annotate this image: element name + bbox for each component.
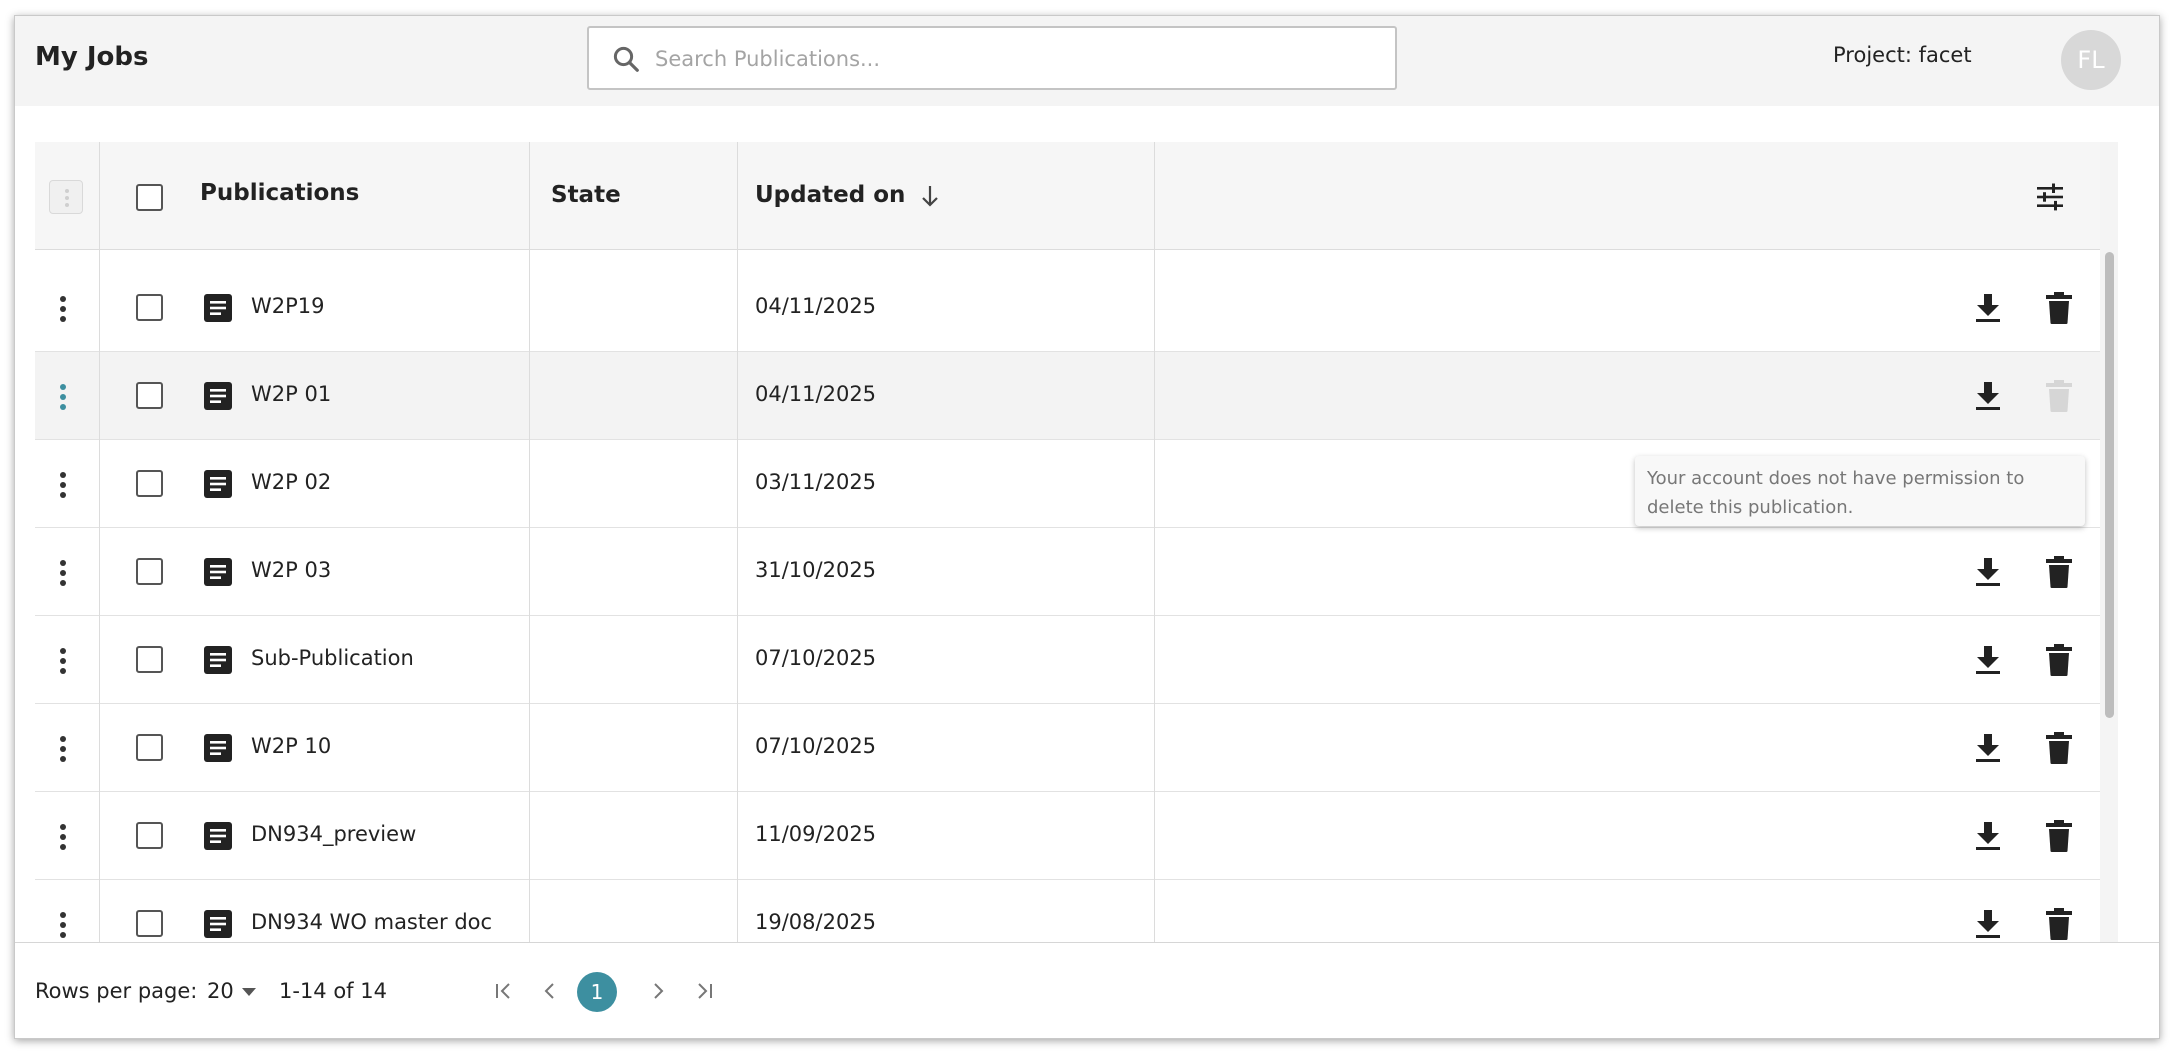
page-title: My Jobs: [35, 42, 149, 72]
next-page-icon[interactable]: [645, 978, 671, 1004]
publication-name[interactable]: W2P 02: [251, 470, 331, 494]
table-row[interactable]: Sub-Publication 07/10/2025: [35, 616, 2100, 704]
download-icon[interactable]: [1973, 292, 2003, 324]
row-menu-icon[interactable]: [57, 382, 69, 412]
publication-name[interactable]: Sub-Publication: [251, 646, 414, 670]
search-input[interactable]: [655, 42, 1375, 76]
publication-name[interactable]: W2P19: [251, 294, 325, 318]
row-checkbox[interactable]: [136, 734, 163, 761]
updated-on-date: 31/10/2025: [755, 558, 877, 582]
pagination-range: 1-14 of 14: [279, 979, 387, 1003]
top-bar: My Jobs Project: facet FL: [15, 16, 2159, 106]
row-checkbox[interactable]: [136, 294, 163, 321]
document-icon: [204, 822, 232, 850]
updated-on-date: 03/11/2025: [755, 470, 877, 494]
scrollbar-thumb[interactable]: [2105, 252, 2114, 718]
drag-handle-icon: [49, 180, 83, 214]
updated-on-date: 07/10/2025: [755, 734, 877, 758]
caret-down-icon[interactable]: [241, 987, 257, 997]
document-icon: [204, 646, 232, 674]
previous-page-icon[interactable]: [537, 978, 563, 1004]
vertical-scrollbar[interactable]: [2100, 142, 2118, 942]
delete-icon[interactable]: [2045, 819, 2073, 853]
document-icon: [204, 910, 232, 938]
delete-icon[interactable]: [2045, 643, 2073, 677]
rows-per-page-label: Rows per page:: [35, 979, 198, 1003]
delete-icon[interactable]: [2045, 907, 2073, 941]
publications-table: Publications State Updated on W2P19 04/11…: [35, 142, 2100, 942]
updated-on-date: 19/08/2025: [755, 910, 877, 934]
last-page-icon[interactable]: [691, 978, 717, 1004]
table-row[interactable]: W2P 01 04/11/2025: [35, 352, 2100, 440]
column-divider: [737, 142, 738, 942]
current-page-button[interactable]: 1: [577, 972, 617, 1012]
search-icon: [613, 46, 639, 72]
publication-name[interactable]: DN934 WO master doc: [251, 910, 492, 934]
download-icon[interactable]: [1973, 380, 2003, 412]
row-checkbox[interactable]: [136, 822, 163, 849]
publication-name[interactable]: W2P 10: [251, 734, 331, 758]
delete-icon: [2046, 380, 2072, 412]
table-row[interactable]: W2P 03 31/10/2025: [35, 528, 2100, 616]
updated-on-date: 04/11/2025: [755, 382, 877, 406]
column-divider: [529, 142, 530, 942]
row-menu-icon[interactable]: [57, 470, 69, 500]
row-menu-icon[interactable]: [57, 558, 69, 588]
document-icon: [204, 470, 232, 498]
row-checkbox[interactable]: [136, 382, 163, 409]
table-row[interactable]: W2P19 04/11/2025: [35, 264, 2100, 352]
updated-on-date: 07/10/2025: [755, 646, 877, 670]
avatar[interactable]: FL: [2061, 30, 2121, 90]
select-all-checkbox[interactable]: [136, 184, 163, 211]
document-icon: [204, 382, 232, 410]
publication-name[interactable]: DN934_preview: [251, 822, 416, 846]
search-box[interactable]: [587, 26, 1397, 90]
row-checkbox[interactable]: [136, 558, 163, 585]
column-divider: [99, 142, 100, 942]
arrow-down-icon[interactable]: [919, 183, 941, 209]
document-icon: [204, 294, 232, 322]
download-icon[interactable]: [1973, 820, 2003, 852]
row-checkbox[interactable]: [136, 910, 163, 937]
publication-name[interactable]: W2P 03: [251, 558, 331, 582]
delete-icon[interactable]: [2045, 555, 2073, 589]
document-icon: [204, 558, 232, 586]
delete-icon[interactable]: [2045, 731, 2073, 765]
row-menu-icon[interactable]: [57, 822, 69, 852]
table-row[interactable]: DN934 WO master doc 19/08/2025: [35, 880, 2100, 942]
updated-on-date: 11/09/2025: [755, 822, 877, 846]
column-header-updated-on-label: Updated on: [755, 182, 906, 208]
row-menu-icon[interactable]: [57, 294, 69, 324]
column-header-publications[interactable]: Publications: [200, 180, 359, 206]
delete-icon[interactable]: [2045, 291, 2073, 325]
updated-on-date: 04/11/2025: [755, 294, 877, 318]
row-checkbox[interactable]: [136, 470, 163, 497]
download-icon[interactable]: [1973, 732, 2003, 764]
column-header-updated-on[interactable]: Updated on: [755, 182, 941, 209]
publication-name[interactable]: W2P 01: [251, 382, 331, 406]
document-icon: [204, 734, 232, 762]
first-page-icon[interactable]: [491, 978, 517, 1004]
rows-per-page-select[interactable]: 20: [207, 979, 234, 1003]
column-settings-icon[interactable]: [2035, 182, 2065, 212]
project-label[interactable]: Project: facet: [1833, 43, 1972, 67]
table-row[interactable]: DN934_preview 11/09/2025: [35, 792, 2100, 880]
row-checkbox[interactable]: [136, 646, 163, 673]
column-divider[interactable]: [1154, 142, 1155, 942]
permission-tooltip: Your account does not have permission to…: [1635, 456, 2085, 526]
download-icon[interactable]: [1973, 908, 2003, 940]
table-row[interactable]: W2P 10 07/10/2025: [35, 704, 2100, 792]
table-header: Publications State Updated on: [35, 142, 2100, 250]
column-header-state[interactable]: State: [551, 182, 621, 208]
row-menu-icon[interactable]: [57, 734, 69, 764]
table-footer: Rows per page: 20 1-14 of 14 1: [15, 942, 2159, 1038]
row-menu-icon[interactable]: [57, 910, 69, 940]
download-icon[interactable]: [1973, 556, 2003, 588]
row-menu-icon[interactable]: [57, 646, 69, 676]
app-window: My Jobs Project: facet FL Publications S…: [14, 15, 2160, 1039]
download-icon[interactable]: [1973, 644, 2003, 676]
